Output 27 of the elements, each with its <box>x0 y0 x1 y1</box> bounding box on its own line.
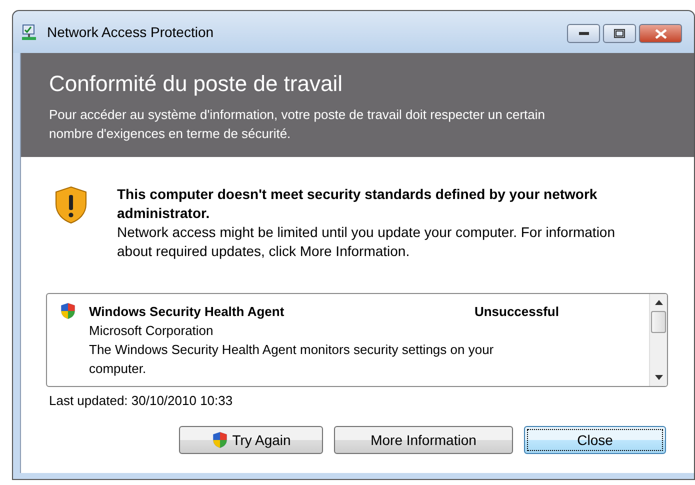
close-window-button[interactable] <box>639 24 682 43</box>
minimize-button[interactable] <box>567 24 600 43</box>
shield-icon <box>59 302 77 320</box>
agent-name: Windows Security Health Agent <box>89 303 284 321</box>
agent-publisher: Microsoft Corporation <box>89 322 214 340</box>
scroll-up-icon[interactable] <box>654 300 662 305</box>
agent-description: The Windows Security Health Agent monitors security settings on your computer. <box>89 341 495 378</box>
last-updated-text: Last updated: 30/10/2010 10:33 <box>49 393 234 408</box>
network-icon <box>21 23 39 41</box>
dialog-button[interactable]: More Information <box>334 426 513 454</box>
header-title: Conformité du poste de travail <box>49 71 344 97</box>
warning-shield-icon <box>53 185 89 225</box>
maximize-icon <box>614 29 625 38</box>
warning-title: This computer doesn't meet security standards defined by your network administrator. <box>117 185 598 223</box>
minimize-icon <box>578 32 588 36</box>
close-icon <box>654 28 666 38</box>
scrollbar[interactable] <box>649 294 667 386</box>
scroll-thumb[interactable] <box>651 311 666 333</box>
maximize-button[interactable] <box>603 24 636 43</box>
window-title: Network Access Protection <box>47 24 215 40</box>
dialog-button[interactable]: Try Again <box>179 426 323 454</box>
dialog-button[interactable]: Close <box>524 426 666 454</box>
agent-status: Unsuccessful <box>474 303 559 321</box>
warning-text: Network access might be limited until you update your computer. For information about required updates, click More Information. <box>117 223 616 261</box>
uac-shield-icon <box>211 431 230 449</box>
scroll-down-icon[interactable] <box>654 375 662 380</box>
header-description: Pour accéder au système d'information, votre poste de travail doit respecter un certain nombre d'exigences en terme de sécurité. <box>49 106 546 143</box>
